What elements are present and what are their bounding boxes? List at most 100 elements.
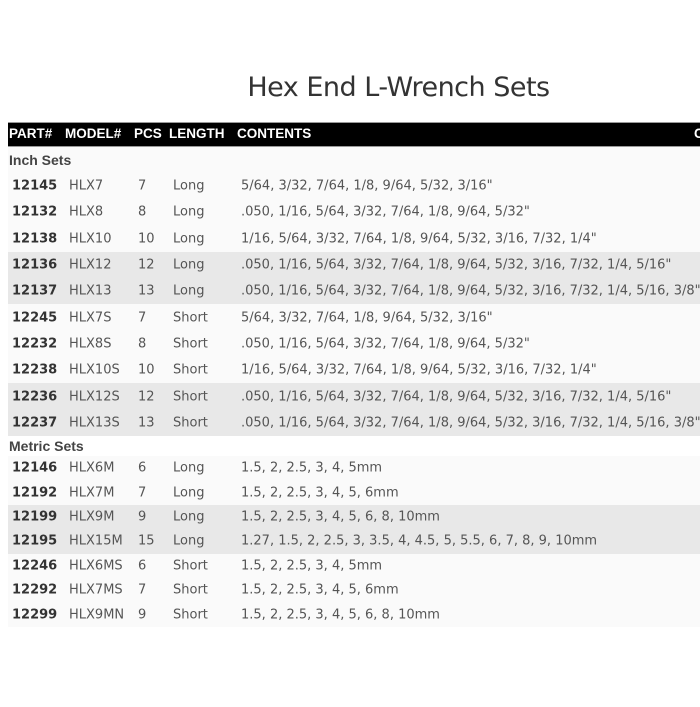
contents: 1/16, 5/64, 3/32, 7/64, 1/8, 9/64, 5/32,… <box>241 231 597 247</box>
length: Short <box>173 362 208 378</box>
part-number: 12136 <box>12 257 58 273</box>
piece-count: 7 <box>138 178 147 194</box>
part-number: 12199 <box>12 509 58 525</box>
model-number: HLX12S <box>69 389 120 405</box>
model-number: HLX7M <box>69 485 115 501</box>
header-part: PART# <box>9 126 53 141</box>
piece-count: 13 <box>138 283 155 299</box>
header-model: MODEL# <box>65 126 122 141</box>
table-row: 12232 HLX8S 8 Short .050, 1/16, 5/64, 3/32, … <box>8 330 700 358</box>
contents: 1.5, 2, 2.5, 3, 4, 5, 6mm <box>241 485 399 501</box>
length: Long <box>173 257 205 273</box>
piece-count: 9 <box>138 607 147 622</box>
model-number: HLX12 <box>69 257 112 273</box>
model-number: HLX8S <box>69 336 112 352</box>
length: Short <box>173 310 208 326</box>
contents: .050, 1/16, 5/64, 3/32, 7/64, 1/8, 9/64,… <box>241 389 672 405</box>
piece-count: 7 <box>138 582 147 598</box>
table-row: 12137 HLX13 13 Long .050, 1/16, 5/64, 3/32, … <box>8 278 700 305</box>
wrench-sets-table: PART# MODEL# PCS LENGTH CONTENTS C Inch … <box>8 122 700 707</box>
contents: 1.5, 2, 2.5, 3, 4, 5mm <box>241 460 383 476</box>
model-number: HLX10S <box>69 362 120 378</box>
table-row: 12238 HLX10S 10 Short 1/16, 5/64, 3/32, 7/64… <box>8 357 700 384</box>
contents: 5/64, 3/32, 7/64, 1/8, 9/64, 5/32, 3/16" <box>241 310 493 326</box>
contents: 1.5, 2, 2.5, 3, 4, 5, 6, 8, 10mm <box>241 509 440 525</box>
part-number: 12195 <box>12 533 58 549</box>
header-length: LENGTH <box>169 126 225 141</box>
part-number: 12236 <box>12 389 58 405</box>
length: Short <box>173 389 208 405</box>
table-header: PART# MODEL# PCS LENGTH CONTENTS C <box>8 122 700 147</box>
length: Long <box>173 283 205 299</box>
part-number: 12299 <box>12 607 58 622</box>
table-row: 12132 HLX8 8 Long .050, 1/16, 5/64, 3/32, 7/… <box>8 199 700 226</box>
header-truncated-column: C <box>694 126 700 141</box>
table-row: 12145 HLX7 7 Long 5/64, 3/32, 7/64, 1/8, 9/6… <box>8 173 700 200</box>
length: Short <box>173 415 208 431</box>
piece-count: 8 <box>138 204 147 220</box>
length: Long <box>173 509 205 525</box>
page-title: Hex End L-Wrench Sets <box>247 72 550 103</box>
table-row: 12146 HLX6M 6 Long 1.5, 2, 2.5, 3, 4, 5mm <box>8 455 700 481</box>
table-row: 12236 HLX12S 12 Short .050, 1/16, 5/64, 3/32… <box>8 383 700 410</box>
contents: 1.5, 2, 2.5, 3, 4, 5mm <box>241 558 383 574</box>
piece-count: 9 <box>138 509 147 525</box>
section-label: Inch Sets <box>9 152 72 168</box>
length: Long <box>173 178 205 194</box>
part-number: 12245 <box>12 310 58 326</box>
length: Short <box>173 558 208 574</box>
contents: .050, 1/16, 5/64, 3/32, 7/64, 1/8, 9/64,… <box>241 257 672 273</box>
contents: .050, 1/16, 5/64, 3/32, 7/64, 1/8, 9/64,… <box>241 204 530 220</box>
table-row: 12138 HLX10 10 Long 1/16, 5/64, 3/32, 7/64, … <box>8 225 700 252</box>
section-metric-sets: Metric Sets <box>8 435 700 456</box>
piece-count: 6 <box>138 460 147 476</box>
piece-count: 10 <box>138 362 155 378</box>
length: Long <box>173 231 205 247</box>
part-number: 12192 <box>12 485 58 501</box>
piece-count: 13 <box>138 415 155 431</box>
piece-count: 7 <box>138 310 147 326</box>
model-number: HLX8 <box>69 204 104 220</box>
part-number: 12137 <box>12 283 58 299</box>
length: Short <box>173 582 208 598</box>
table-bottom-space <box>8 626 700 707</box>
part-number: 12246 <box>12 558 58 574</box>
contents: 1.5, 2, 2.5, 3, 4, 5, 6, 8, 10mm <box>241 607 440 622</box>
model-number: HLX13 <box>69 283 112 299</box>
table-row: 12299 HLX9MN 9 Short 1.5, 2, 2.5, 3, 4, 5, 6… <box>8 602 700 627</box>
table-row: 12192 HLX7M 7 Long 1.5, 2, 2.5, 3, 4, 5, 6mm <box>8 480 700 505</box>
table-row: 12136 HLX12 12 Long .050, 1/16, 5/64, 3/32, … <box>8 251 700 279</box>
model-number: HLX7MS <box>69 582 123 598</box>
table-row: 12195 HLX15M 15 Long 1.27, 1.5, 2, 2.5, 3, 3… <box>8 529 700 554</box>
model-number: HLX15M <box>69 533 123 549</box>
contents: 1.27, 1.5, 2, 2.5, 3, 3.5, 4, 4.5, 5, 5.… <box>241 533 598 549</box>
inch-sets-body: 12145 HLX7 7 Long 5/64, 3/32, 7/64, 1/8, 9/6… <box>8 173 700 436</box>
part-number: 12237 <box>12 415 58 431</box>
length: Short <box>173 607 208 622</box>
model-number: HLX13S <box>69 415 120 431</box>
table-row: 12246 HLX6MS 6 Short 1.5, 2, 2.5, 3, 4, 5mm <box>8 553 700 578</box>
length: Short <box>173 336 208 352</box>
length: Long <box>173 533 205 549</box>
length: Long <box>173 485 205 501</box>
piece-count: 7 <box>138 485 147 501</box>
table-row: 12292 HLX7MS 7 Short 1.5, 2, 2.5, 3, 4, 5, 6… <box>8 577 700 603</box>
model-number: HLX6MS <box>69 558 123 574</box>
piece-count: 12 <box>138 389 155 405</box>
length: Long <box>173 204 205 220</box>
part-number: 12292 <box>12 582 58 598</box>
piece-count: 10 <box>138 231 155 247</box>
piece-count: 6 <box>138 558 147 574</box>
piece-count: 8 <box>138 336 147 352</box>
section-label: Metric Sets <box>9 437 84 454</box>
header-pcs: PCS <box>134 126 162 141</box>
contents: 1.5, 2, 2.5, 3, 4, 5, 6mm <box>241 582 399 598</box>
part-number: 12146 <box>12 460 58 476</box>
part-number: 12132 <box>12 204 58 220</box>
part-number: 12232 <box>12 336 58 352</box>
table-row: 12245 HLX7S 7 Short 5/64, 3/32, 7/64, 1/8, 9… <box>8 304 700 331</box>
model-number: HLX6M <box>69 460 115 476</box>
model-number: HLX9MN <box>69 607 125 622</box>
piece-count: 15 <box>138 533 155 549</box>
metric-sets-body: 12146 HLX6M 6 Long 1.5, 2, 2.5, 3, 4, 5mm 121… <box>8 455 700 627</box>
